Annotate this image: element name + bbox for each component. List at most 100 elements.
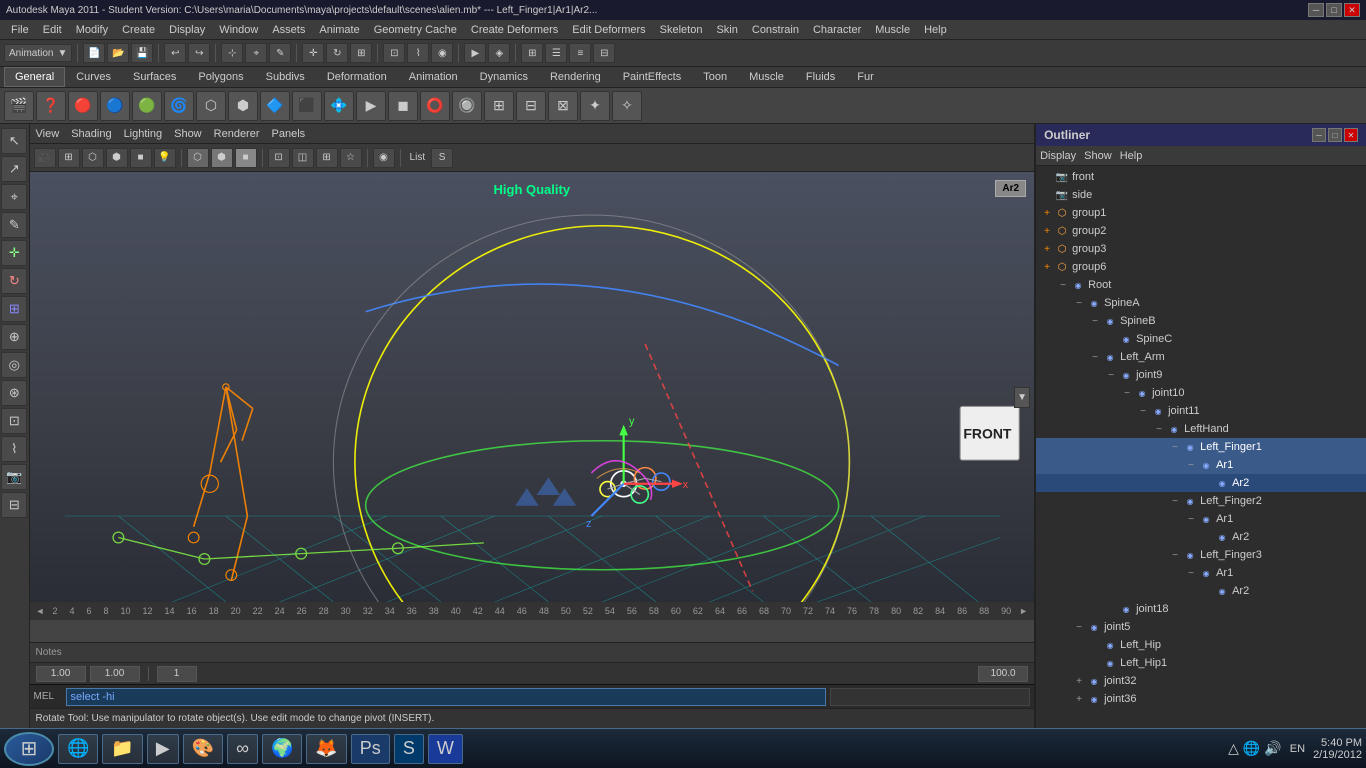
viewport-menu-panels[interactable]: Panels: [272, 128, 306, 140]
outliner-item-ar1-2[interactable]: − ◉ Ar1: [1036, 510, 1366, 528]
menu-skeleton[interactable]: Skeleton: [653, 22, 710, 38]
outliner-item-spinea[interactable]: − ◉ SpineA: [1036, 294, 1366, 312]
shelf-icon-16[interactable]: ⊞: [484, 91, 514, 121]
shelf-tab-subdivs[interactable]: Subdivs: [255, 67, 316, 87]
expand-icon[interactable]: +: [1040, 242, 1054, 256]
expand-icon[interactable]: [1200, 530, 1214, 544]
timeline-bar[interactable]: [30, 620, 1035, 642]
outliner-item-left-hip1[interactable]: ◉ Left_Hip1: [1036, 654, 1366, 672]
menu-file[interactable]: File: [4, 22, 36, 38]
tb-redo[interactable]: ↪: [188, 43, 210, 63]
start-time-input[interactable]: [36, 666, 86, 682]
tb-new[interactable]: 📄: [83, 43, 105, 63]
outliner-item-joint36[interactable]: + ◉ joint36: [1036, 690, 1366, 708]
lt-layer[interactable]: ⊟: [1, 492, 27, 518]
expand-icon[interactable]: −: [1168, 494, 1182, 508]
start-button[interactable]: ⊞: [4, 732, 54, 766]
lt-universal[interactable]: ⊕: [1, 324, 27, 350]
expand-icon[interactable]: +: [1072, 674, 1086, 688]
viewport-menu-renderer[interactable]: Renderer: [214, 128, 260, 140]
lt-soft[interactable]: ◎: [1, 352, 27, 378]
outliner-item-group1[interactable]: + ⬡ group1: [1036, 204, 1366, 222]
tb-rotate[interactable]: ↻: [326, 43, 348, 63]
expand-icon[interactable]: −: [1184, 566, 1198, 580]
outliner-item-left-hip[interactable]: ◉ Left_Hip: [1036, 636, 1366, 654]
menu-assets[interactable]: Assets: [265, 22, 312, 38]
menu-constrain[interactable]: Constrain: [745, 22, 806, 38]
vt-resolution-gate[interactable]: ⊡: [268, 148, 290, 168]
shelf-icon-5[interactable]: 🟢: [132, 91, 162, 121]
shelf-icon-20[interactable]: ✧: [612, 91, 642, 121]
tb-render[interactable]: ▶: [464, 43, 486, 63]
tb-layer-editor[interactable]: ⊟: [593, 43, 615, 63]
viewport-camera-button[interactable]: Ar2: [995, 180, 1026, 197]
vt-grid[interactable]: ⊞: [58, 148, 80, 168]
outliner-menu-help[interactable]: Help: [1120, 150, 1143, 162]
menu-modify[interactable]: Modify: [69, 22, 115, 38]
expand-icon[interactable]: −: [1168, 548, 1182, 562]
vt-light[interactable]: 💡: [154, 148, 176, 168]
shelf-tab-dynamics[interactable]: Dynamics: [469, 67, 539, 87]
shelf-icon-14[interactable]: ⭕: [420, 91, 450, 121]
expand-icon[interactable]: [1088, 656, 1102, 670]
shelf-tab-polygons[interactable]: Polygons: [187, 67, 254, 87]
viewport-menu-view[interactable]: View: [36, 128, 60, 140]
shelf-tab-rendering[interactable]: Rendering: [539, 67, 612, 87]
lt-camera[interactable]: 📷: [1, 464, 27, 490]
outliner-item-root[interactable]: − ◉ Root: [1036, 276, 1366, 294]
maximize-button[interactable]: □: [1326, 3, 1342, 17]
outliner-item-front[interactable]: 📷 front: [1036, 168, 1366, 186]
outliner-item-lefthand[interactable]: − ◉ LeftHand: [1036, 420, 1366, 438]
shelf-icon-4[interactable]: 🔵: [100, 91, 130, 121]
tb-ipr[interactable]: ◈: [488, 43, 510, 63]
outliner-item-joint5[interactable]: − ◉ joint5: [1036, 618, 1366, 636]
outliner-item-ar2-3[interactable]: ◉ Ar2: [1036, 582, 1366, 600]
shelf-tab-surfaces[interactable]: Surfaces: [122, 67, 187, 87]
taskbar-globe[interactable]: 🌍: [262, 734, 302, 764]
outliner-menu-show[interactable]: Show: [1084, 150, 1112, 162]
shelf-tab-painteffects[interactable]: PaintEffects: [612, 67, 693, 87]
expand-icon[interactable]: −: [1184, 512, 1198, 526]
outliner-item-joint18[interactable]: ◉ joint18: [1036, 600, 1366, 618]
outliner-item-spineb[interactable]: − ◉ SpineB: [1036, 312, 1366, 330]
viewport-3d[interactable]: High Quality Ar2 ▼: [30, 172, 1035, 602]
menu-help[interactable]: Help: [917, 22, 954, 38]
tb-paint[interactable]: ✎: [269, 43, 291, 63]
menu-geometry-cache[interactable]: Geometry Cache: [367, 22, 464, 38]
shelf-tab-animation[interactable]: Animation: [398, 67, 469, 87]
vt-wireframe[interactable]: ⬡: [82, 148, 104, 168]
expand-icon[interactable]: +: [1040, 206, 1054, 220]
menu-edit[interactable]: Edit: [36, 22, 69, 38]
outliner-item-left-finger3[interactable]: − ◉ Left_Finger3: [1036, 546, 1366, 564]
lt-move[interactable]: ✛: [1, 240, 27, 266]
end-time-input[interactable]: [90, 666, 140, 682]
shelf-tab-muscle[interactable]: Muscle: [738, 67, 795, 87]
outliner-minimize[interactable]: ─: [1312, 128, 1326, 142]
expand-icon[interactable]: −: [1056, 278, 1070, 292]
lt-paint[interactable]: ✎: [1, 212, 27, 238]
outliner-item-left-finger1[interactable]: − ◉ Left_Finger1: [1036, 438, 1366, 456]
menu-skin[interactable]: Skin: [709, 22, 744, 38]
expand-icon[interactable]: −: [1072, 620, 1086, 634]
vt-isolate[interactable]: ◉: [373, 148, 395, 168]
vt-camera[interactable]: 🎥: [34, 148, 56, 168]
vt-safe-action[interactable]: ◫: [292, 148, 314, 168]
outliner-item-group2[interactable]: + ⬡ group2: [1036, 222, 1366, 240]
vt-shade3[interactable]: ■: [235, 148, 257, 168]
outliner-maximize[interactable]: □: [1328, 128, 1342, 142]
lt-snap-grid[interactable]: ⊡: [1, 408, 27, 434]
outliner-item-side[interactable]: 📷 side: [1036, 186, 1366, 204]
menu-create[interactable]: Create: [115, 22, 162, 38]
tb-snap-curve[interactable]: ⌇: [407, 43, 429, 63]
tb-scale[interactable]: ⊞: [350, 43, 372, 63]
shelf-tab-fluids[interactable]: Fluids: [795, 67, 846, 87]
shelf-tab-deformation[interactable]: Deformation: [316, 67, 398, 87]
shelf-icon-12[interactable]: ▶: [356, 91, 386, 121]
vt-smooth[interactable]: ⬢: [106, 148, 128, 168]
expand-icon[interactable]: +: [1040, 224, 1054, 238]
expand-icon[interactable]: −: [1120, 386, 1134, 400]
viewport-menu-show[interactable]: Show: [174, 128, 202, 140]
menu-edit-deformers[interactable]: Edit Deformers: [565, 22, 652, 38]
shelf-tab-general[interactable]: General: [4, 67, 65, 87]
tb-move[interactable]: ✛: [302, 43, 324, 63]
